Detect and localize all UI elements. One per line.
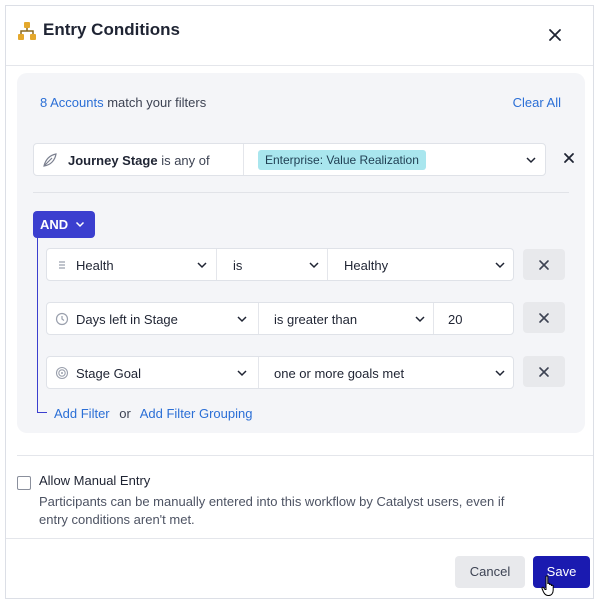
chevron-down-icon[interactable] (525, 156, 537, 164)
chevron-down-icon (495, 262, 505, 269)
add-filter-line: Add Filter or Add Filter Grouping (54, 406, 252, 421)
journey-stage-field[interactable]: Journey Stage is any of (34, 144, 244, 175)
journey-stage-value-tag: Enterprise: Value Realization (258, 150, 426, 170)
filter-row-days-left[interactable]: Days left in Stage is greater than 20 (46, 302, 514, 335)
target-icon (55, 366, 69, 380)
remove-filter-button[interactable] (523, 356, 565, 387)
chevron-down-icon (309, 262, 319, 269)
remove-filter-button[interactable] (523, 249, 565, 280)
close-icon[interactable] (546, 26, 564, 44)
remove-filter-button[interactable] (523, 302, 565, 333)
field-select[interactable]: Stage Goal (47, 357, 258, 388)
field-select[interactable]: Health (47, 249, 216, 280)
filter-row-health[interactable]: Health is Healthy (46, 248, 514, 281)
filter-panel: 8 Accounts match your filters Clear All … (17, 73, 585, 433)
journey-stage-operator: is any of (157, 153, 210, 168)
field-label: Health (76, 258, 114, 273)
match-suffix: match your filters (103, 95, 207, 110)
operator-select[interactable]: is (216, 249, 327, 280)
journey-stage-label: Journey Stage is any of (68, 153, 210, 168)
list-icon (59, 261, 65, 269)
clock-icon (55, 312, 69, 326)
chevron-down-icon (197, 262, 207, 269)
value-select[interactable]: Healthy (327, 249, 513, 280)
modal-header: Entry Conditions (6, 6, 593, 66)
match-summary: 8 Accounts match your filters (40, 95, 206, 110)
value-text: 20 (448, 312, 463, 327)
hierarchy-icon (18, 22, 36, 40)
add-filter-grouping-link[interactable]: Add Filter Grouping (140, 406, 253, 421)
group-operator-label: AND (40, 217, 69, 232)
divider (33, 192, 569, 193)
chevron-down-icon (75, 221, 85, 228)
clear-all-button[interactable]: Clear All (513, 95, 561, 110)
operator-label: is greater than (274, 312, 358, 327)
operator-label: one or more goals met (274, 366, 405, 381)
close-icon (539, 367, 549, 377)
add-filter-link[interactable]: Add Filter (54, 406, 110, 421)
field-label: Stage Goal (76, 366, 142, 381)
chevron-down-icon (237, 370, 247, 377)
hand-pointer-icon (541, 575, 554, 596)
or-text: or (119, 406, 131, 421)
entry-conditions-modal: Entry Conditions 8 Accounts match your f… (5, 5, 594, 599)
footer-divider (6, 538, 593, 539)
allow-manual-entry-checkbox[interactable] (17, 476, 31, 490)
remove-journey-stage-icon[interactable] (562, 151, 576, 165)
leaf-icon (43, 153, 57, 167)
field-select[interactable]: Days left in Stage (47, 303, 258, 334)
journey-stage-field-name: Journey Stage (68, 153, 158, 168)
cancel-button[interactable]: Cancel (455, 556, 525, 588)
operator-select[interactable]: is greater than (258, 303, 433, 334)
match-count[interactable]: 8 Accounts (40, 95, 104, 110)
operator-select[interactable]: one or more goals met (258, 357, 513, 388)
group-bracket (37, 238, 38, 413)
allow-manual-entry-description: Participants can be manually entered int… (39, 494, 505, 527)
chevron-down-icon (237, 316, 247, 323)
journey-stage-filter[interactable]: Journey Stage is any of Enterprise: Valu… (33, 143, 546, 176)
filter-row-stage-goal[interactable]: Stage Goal one or more goals met (46, 356, 514, 389)
value-label: Healthy (344, 258, 389, 273)
modal-title: Entry Conditions (43, 20, 180, 39)
value-input[interactable]: 20 (433, 303, 513, 334)
field-label: Days left in Stage (76, 312, 178, 327)
group-bracket-foot (37, 412, 47, 413)
section-divider (17, 455, 593, 456)
allow-manual-entry-label: Allow Manual Entry (39, 473, 151, 488)
chevron-down-icon (495, 370, 505, 377)
close-icon (539, 260, 549, 270)
chevron-down-icon (415, 316, 425, 323)
group-operator-button[interactable]: AND (33, 211, 95, 238)
close-icon (539, 313, 549, 323)
operator-label: is (233, 258, 243, 273)
